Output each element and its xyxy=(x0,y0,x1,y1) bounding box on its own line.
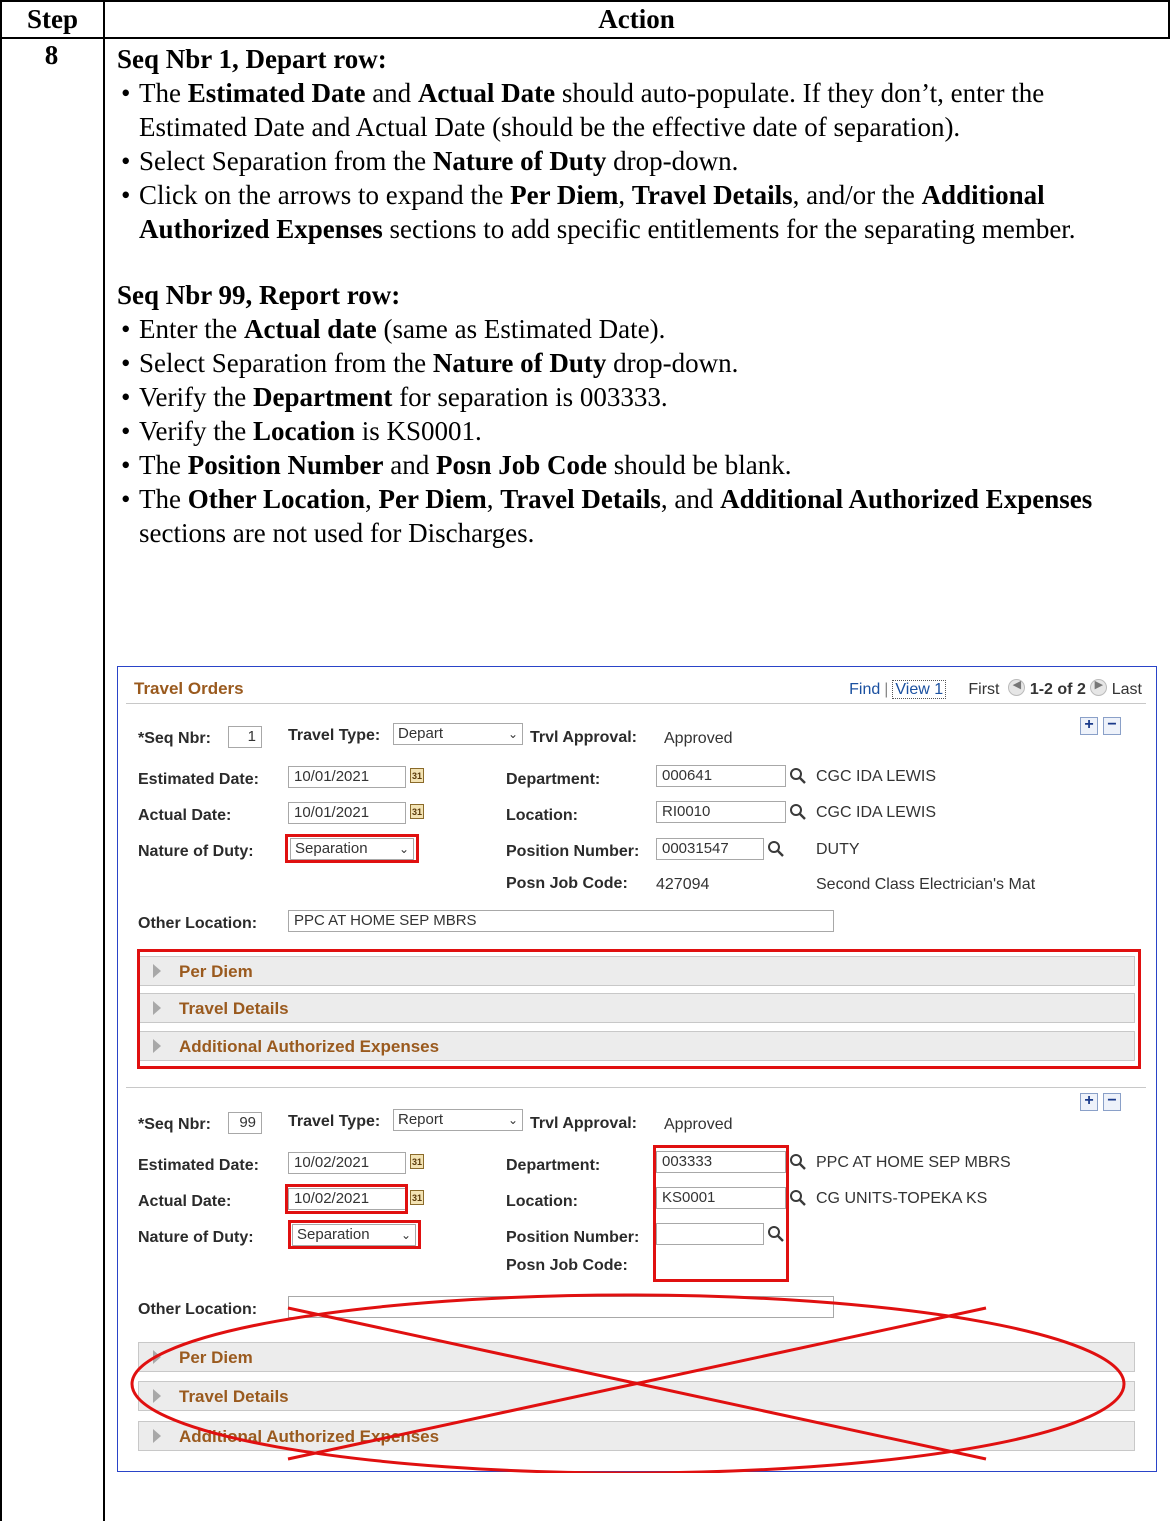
report-bullet: The Position Number and Posn Job Code sh… xyxy=(117,448,1157,482)
strikeout-ellipse xyxy=(130,1293,1126,1473)
report-bullet: Verify the Location is KS0001. xyxy=(117,414,1157,448)
step-column-header: Step xyxy=(26,4,78,34)
header-divider xyxy=(0,37,1170,39)
table-top-border xyxy=(0,0,1170,2)
action-column-header: Action xyxy=(598,4,675,34)
section-heading-depart: Seq Nbr 1, Depart row: xyxy=(117,44,387,74)
column-divider xyxy=(103,0,105,1521)
report-bullets: Enter the Actual date (same as Estimated… xyxy=(117,312,1157,550)
depart-bullet: The Estimated Date and Actual Date shoul… xyxy=(117,76,1157,144)
table-right-border xyxy=(1168,0,1170,38)
depart-bullets: The Estimated Date and Actual Date shoul… xyxy=(117,76,1157,246)
report-bullet: Enter the Actual date (same as Estimated… xyxy=(117,312,1157,346)
depart-bullet: Select Separation from the Nature of Dut… xyxy=(117,144,1157,178)
report-bullet: The Other Location, Per Diem, Travel Det… xyxy=(117,482,1157,550)
section-heading-report: Seq Nbr 99, Report row: xyxy=(117,280,401,310)
table-left-border xyxy=(0,0,2,1521)
depart-bullet: Click on the arrows to expand the Per Di… xyxy=(117,178,1157,246)
report-bullet: Verify the Department for separation is … xyxy=(117,380,1157,414)
action-content: Seq Nbr 1, Depart row: The Estimated Dat… xyxy=(117,42,1157,550)
step-number: 8 xyxy=(44,40,59,70)
report-bullet: Select Separation from the Nature of Dut… xyxy=(117,346,1157,380)
travel-orders-screenshot: Travel Orders Find | View 1 First ◀ 1-2 of… xyxy=(117,666,1157,1473)
